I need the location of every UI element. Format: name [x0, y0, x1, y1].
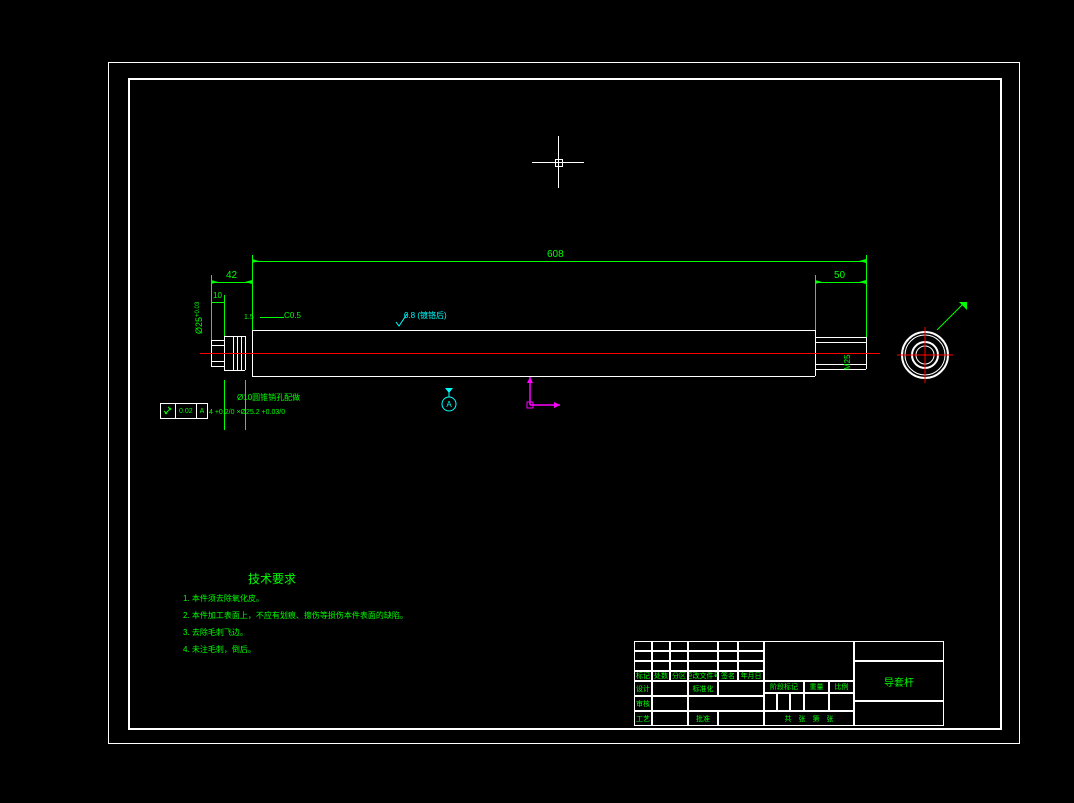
- pin-hole-note: Ø10圆锥销孔配做: [237, 392, 300, 403]
- ext-line: [224, 380, 225, 430]
- drawing-frame: [128, 78, 1002, 730]
- gtol-ref: A: [197, 404, 208, 418]
- dim-diameter-main: Ø25+0.03: [194, 302, 204, 334]
- thread-line: [815, 342, 866, 343]
- title-block: 标记 处数 分区 更改文件号 签名 年月日 设计 标准化 审核 工艺 批准 阶段…: [634, 641, 944, 726]
- dim-dia-value: Ø25: [194, 317, 204, 334]
- tb-weight: 重量: [804, 681, 829, 693]
- cursor-pickbox: [555, 159, 563, 167]
- thread-line: [815, 364, 866, 365]
- dim-line: [211, 302, 224, 303]
- tb-approve: 批准: [688, 711, 718, 726]
- tech-req-3: 3. 去除毛刺飞边。: [183, 627, 248, 638]
- tb-part-name: 导套杆: [854, 661, 944, 701]
- tech-req-4: 4. 未注毛刺，倒后。: [183, 644, 256, 655]
- thread-line: [211, 361, 224, 362]
- tb-standard: 标准化: [688, 681, 718, 696]
- dim-total-length: 608: [547, 249, 564, 260]
- dim-arrow: [211, 280, 218, 284]
- centerline-h: [200, 353, 880, 354]
- end-view-leader: [935, 300, 975, 335]
- dim-arrow: [252, 259, 259, 263]
- runout-symbol-icon: [163, 406, 173, 416]
- dim-left-section: 42: [226, 270, 237, 281]
- dim-dia-tol-u: +0.03: [195, 302, 201, 317]
- tb-scale: 比例: [829, 681, 854, 693]
- dim-thread-right: M25: [843, 354, 852, 370]
- dim-line: [252, 261, 866, 262]
- shaft-edge: [211, 366, 224, 367]
- tech-req-2: 2. 本件加工表面上，不应有划痕、擦伤等损伤本件表面的缺陷。: [183, 610, 408, 621]
- tb-hdr-docno: 更改文件号: [688, 671, 718, 681]
- tb-hdr-sign: 签名: [718, 671, 738, 681]
- thread-line: [211, 345, 224, 346]
- gtol-value: 0.02: [176, 404, 197, 418]
- chamfer-note: C0.5: [284, 311, 301, 320]
- tb-design: 设计: [634, 681, 652, 696]
- dim-groove-width: 1.5: [244, 314, 254, 321]
- leader-line: [260, 317, 284, 318]
- svg-text:A: A: [446, 400, 452, 409]
- tech-req-title: 技术要求: [248, 570, 296, 587]
- tb-hdr-date: 年月日: [738, 671, 764, 681]
- dim-arrow: [859, 259, 866, 263]
- tb-stage: 阶段标记: [764, 681, 804, 693]
- shaft-edge: [815, 337, 866, 338]
- tb-hdr-zone: 分区: [670, 671, 688, 681]
- dim-arrow: [245, 280, 252, 284]
- groove-dimension: 4 +0.2/0 ×Ø25.2 +0.03/0: [209, 409, 285, 416]
- tb-hdr-count: 处数: [652, 671, 670, 681]
- datum-a-symbol: A: [440, 386, 458, 412]
- dim-arrow: [859, 280, 866, 284]
- tb-hdr-mark: 标记: [634, 671, 652, 681]
- shaft-edge: [211, 340, 224, 341]
- ext-line: [245, 380, 246, 430]
- gtol-frame: 0.02 A: [160, 403, 208, 419]
- tb-review: 审核: [634, 696, 652, 711]
- roughness-symbol-icon: [395, 313, 409, 327]
- tb-process: 工艺: [634, 711, 652, 726]
- tech-req-1: 1. 本件须去除氧化皮。: [183, 593, 264, 604]
- shaft-edge: [815, 369, 866, 370]
- dim-right-section: 50: [834, 270, 845, 281]
- shaft-edge: [224, 370, 245, 371]
- tb-sheet: 共 张 第 张: [764, 711, 854, 726]
- surface-roughness-note: 0.8 (镀铬后): [404, 310, 447, 321]
- dim-arrow: [815, 280, 822, 284]
- dim-left-small: 10: [213, 291, 222, 300]
- shaft-edge: [252, 330, 815, 331]
- ucs-icon: [525, 375, 565, 415]
